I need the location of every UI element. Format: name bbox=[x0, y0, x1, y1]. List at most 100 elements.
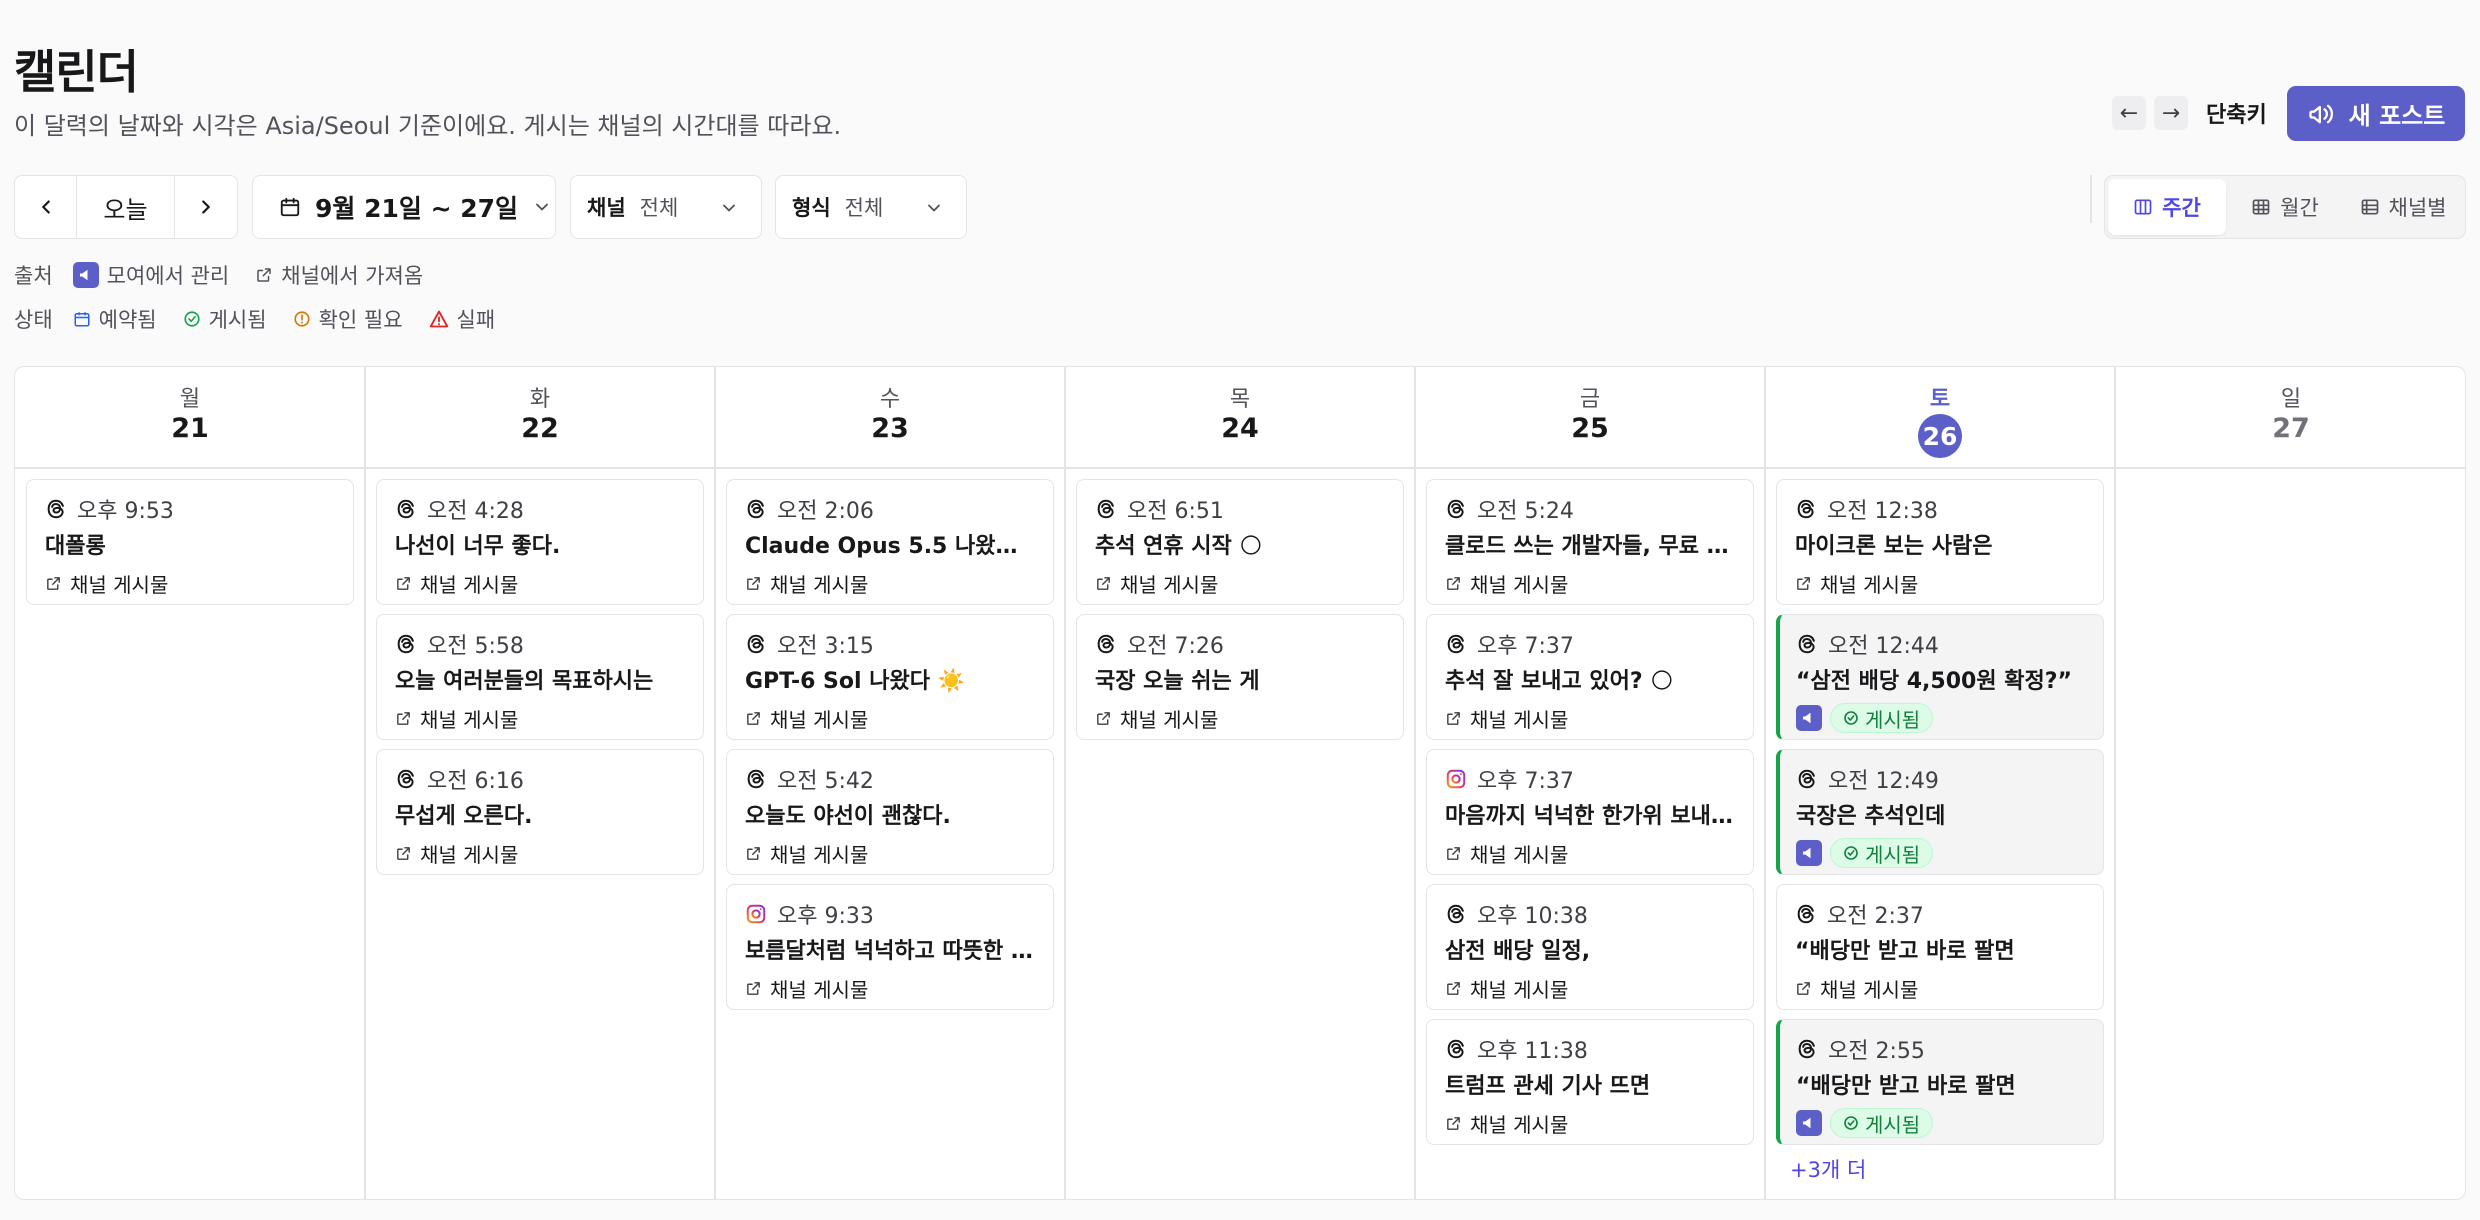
day-column[interactable]: 오전 4:28 나선이 너무 좋다. 채널 게시물 오전 5:58 오늘 여러분들의 목… bbox=[365, 469, 715, 1199]
post-card[interactable]: 오전 6:51 추석 연휴 시작 🌕 채널 게시물 bbox=[1076, 479, 1404, 605]
date-number[interactable]: 25 bbox=[1415, 413, 1765, 444]
post-card[interactable]: 오후 10:38 삼전 배당 일정, 채널 게시물 bbox=[1426, 884, 1754, 1010]
chevron-left-icon bbox=[41, 200, 50, 214]
format-filter-label: 형식 bbox=[792, 196, 831, 220]
day-column[interactable]: 오전 12:38 마이크론 보는 사람은 채널 게시물 오전 12:44 “삼전 배당 … bbox=[1765, 469, 2115, 1199]
post-footer: 채널 게시물 bbox=[395, 838, 685, 868]
new-post-label: 새 포스트 bbox=[2348, 102, 2446, 130]
threads-icon bbox=[1447, 904, 1464, 924]
source-label: 채널 게시물 bbox=[1120, 707, 1219, 732]
external-link-icon bbox=[397, 576, 410, 590]
grid-icon bbox=[2252, 199, 2270, 215]
post-title: 클로드 쓰는 개발자들, 무료 크레딧 bbox=[1445, 534, 1735, 559]
post-card[interactable]: 오전 12:49 국장은 추석인데 게시됨 bbox=[1776, 749, 2104, 875]
day-header: 목 24 bbox=[1065, 367, 1415, 467]
post-card[interactable]: 오전 12:38 마이크론 보는 사람은 채널 게시물 bbox=[1776, 479, 2104, 605]
today-button[interactable]: 오늘 bbox=[77, 176, 175, 238]
post-time-row: 오전 5:58 bbox=[395, 629, 685, 659]
post-time-row: 오후 7:37 bbox=[1445, 629, 1735, 659]
post-card[interactable]: 오전 5:42 오늘도 야선이 괜찮다. 채널 게시물 bbox=[726, 749, 1054, 875]
view-tab-channel[interactable]: 채널별 bbox=[2344, 179, 2462, 235]
post-time: 오전 7:26 bbox=[1127, 634, 1224, 659]
post-card[interactable]: 오전 2:06 Claude Opus 5.5 나왔다 🔥 채널 게시물 bbox=[726, 479, 1054, 605]
post-footer: 채널 게시물 bbox=[1445, 838, 1735, 868]
date-number[interactable]: 21 bbox=[15, 413, 365, 444]
threads-icon bbox=[1097, 634, 1114, 654]
post-card[interactable]: 오전 5:24 클로드 쓰는 개발자들, 무료 크레딧채널 게시물 bbox=[1426, 479, 1754, 605]
post-time: 오전 12:38 bbox=[1827, 499, 1938, 524]
new-post-button[interactable]: 새 포스트 bbox=[2287, 86, 2465, 141]
post-title: 삼전 배당 일정, bbox=[1445, 939, 1591, 964]
post-time: 오후 7:37 bbox=[1477, 634, 1574, 659]
weekday-label: 일 bbox=[2280, 387, 2302, 412]
view-tab-month[interactable]: 월간 bbox=[2226, 179, 2344, 235]
day-column[interactable]: 오후 9:53 대폴롱 채널 게시물 bbox=[15, 469, 365, 1199]
post-card[interactable]: 오전 2:37 “배당만 받고 바로 팔면 채널 게시물 bbox=[1776, 884, 2104, 1010]
post-title: Claude Opus 5.5 나왔다 🔥 bbox=[745, 534, 1035, 559]
next-week-button[interactable] bbox=[175, 176, 237, 238]
threads-icon bbox=[1798, 769, 1815, 789]
date-number[interactable]: 27 bbox=[2115, 413, 2465, 444]
post-time: 오전 3:15 bbox=[777, 634, 874, 659]
post-card[interactable]: 오후 9:33 보름달처럼 넉넉하고 따뜻한 한가위 보내세요채널 게시물 bbox=[726, 884, 1054, 1010]
post-footer: 채널 게시물 bbox=[395, 703, 685, 733]
toolbar-divider bbox=[2090, 175, 2092, 223]
column-divider bbox=[1064, 367, 1066, 1199]
calendar-header: 월 21 화 22 수 23 목 24 금 25 토 26 일 27 bbox=[15, 367, 2465, 469]
moyeo-app-icon bbox=[1796, 840, 1822, 866]
post-time-row: 오후 11:38 bbox=[1445, 1034, 1735, 1064]
moyeo-app-icon bbox=[1796, 1110, 1822, 1136]
date-range-picker[interactable]: 9월 21일 ~ 27일 bbox=[252, 175, 556, 239]
day-column[interactable] bbox=[2115, 469, 2465, 1199]
post-card[interactable]: 오전 2:55 “배당만 받고 바로 팔면 게시됨 bbox=[1776, 1019, 2104, 1145]
threads-icon bbox=[1447, 1039, 1464, 1059]
post-card[interactable]: 오전 12:44 “삼전 배당 4,500원 확정?” 게시됨 bbox=[1776, 614, 2104, 740]
more-posts-link[interactable]: +3개 더 bbox=[1776, 1154, 2104, 1184]
arrow-left-key: ← bbox=[2112, 96, 2146, 130]
format-filter[interactable]: 형식 전체 bbox=[775, 175, 967, 239]
post-title: “배당만 받고 바로 팔면 bbox=[1795, 939, 2015, 964]
day-column[interactable]: 오전 2:06 Claude Opus 5.5 나왔다 🔥 채널 게시물 오전 3:1… bbox=[715, 469, 1065, 1199]
date-number[interactable]: 24 bbox=[1065, 413, 1415, 444]
date-number[interactable]: 22 bbox=[365, 413, 715, 444]
day-column[interactable]: 오전 6:51 추석 연휴 시작 🌕 채널 게시물 오전 7:26 국장 오늘 쉬는 게… bbox=[1065, 469, 1415, 1199]
view-tab-week[interactable]: 주간 bbox=[2108, 179, 2226, 235]
post-time-row: 오후 7:37 bbox=[1445, 764, 1735, 794]
moyeo-app-icon bbox=[72, 262, 99, 288]
post-card[interactable]: 오후 7:37 마음까지 넉넉한 한가위 보내세요 채널 게시물 bbox=[1426, 749, 1754, 875]
day-column[interactable]: 오전 5:24 클로드 쓰는 개발자들, 무료 크레딧채널 게시물 오후 7:37추… bbox=[1415, 469, 1765, 1199]
post-card[interactable]: 오후 11:38 트럼프 관세 기사 뜨면 채널 게시물 bbox=[1426, 1019, 1754, 1145]
post-time-row: 오후 10:38 bbox=[1445, 899, 1735, 929]
channel-filter[interactable]: 채널 전체 bbox=[570, 175, 762, 239]
post-title: 보름달처럼 넉넉하고 따뜻한 한가위 보내세요 bbox=[745, 939, 1035, 964]
threads-icon bbox=[747, 499, 764, 519]
check-circle-icon bbox=[184, 311, 200, 327]
post-card[interactable]: 오후 9:53 대폴롱 채널 게시물 bbox=[26, 479, 354, 605]
weekday-label: 월 bbox=[179, 387, 201, 412]
source-label: 채널 게시물 bbox=[770, 977, 869, 1002]
calendar-icon bbox=[74, 312, 90, 327]
external-link-icon bbox=[1447, 711, 1460, 725]
post-card[interactable]: 오전 6:16 무섭게 오른다. 채널 게시물 bbox=[376, 749, 704, 875]
date-number[interactable]: 26 bbox=[1918, 414, 1962, 458]
source-label: 채널 게시물 bbox=[770, 572, 869, 597]
chevron-down-icon bbox=[536, 203, 548, 211]
source-label: 채널 게시물 bbox=[420, 707, 519, 732]
post-time-row: 오전 12:49 bbox=[1796, 764, 2085, 794]
post-card[interactable]: 오후 7:37 추석 잘 보내고 있어? 🌕 채널 게시물 bbox=[1426, 614, 1754, 740]
post-title: 오늘도 야선이 괜찮다. bbox=[745, 804, 951, 829]
post-card[interactable]: 오전 4:28 나선이 너무 좋다. 채널 게시물 bbox=[376, 479, 704, 605]
post-time-row: 오전 5:24 bbox=[1445, 494, 1735, 524]
shortcut-hint[interactable]: ← → 단축키 bbox=[2112, 96, 2267, 130]
post-card[interactable]: 오전 3:15 GPT-6 Sol 나왔다 ☀️ 채널 게시물 bbox=[726, 614, 1054, 740]
post-card[interactable]: 오전 5:58 오늘 여러분들의 목표하시는 채널 게시물 bbox=[376, 614, 704, 740]
post-card[interactable]: 오전 7:26 국장 오늘 쉬는 게 채널 게시물 bbox=[1076, 614, 1404, 740]
source-label: 채널 게시물 bbox=[420, 572, 519, 597]
prev-week-button[interactable] bbox=[15, 176, 77, 238]
post-footer: 채널 게시물 bbox=[1795, 568, 2085, 598]
day-header: 화 22 bbox=[365, 367, 715, 467]
external-link-icon bbox=[397, 846, 410, 860]
date-number[interactable]: 23 bbox=[715, 413, 1065, 444]
post-footer: 채널 게시물 bbox=[1445, 1108, 1735, 1138]
post-footer: 채널 게시물 bbox=[745, 973, 1035, 1003]
